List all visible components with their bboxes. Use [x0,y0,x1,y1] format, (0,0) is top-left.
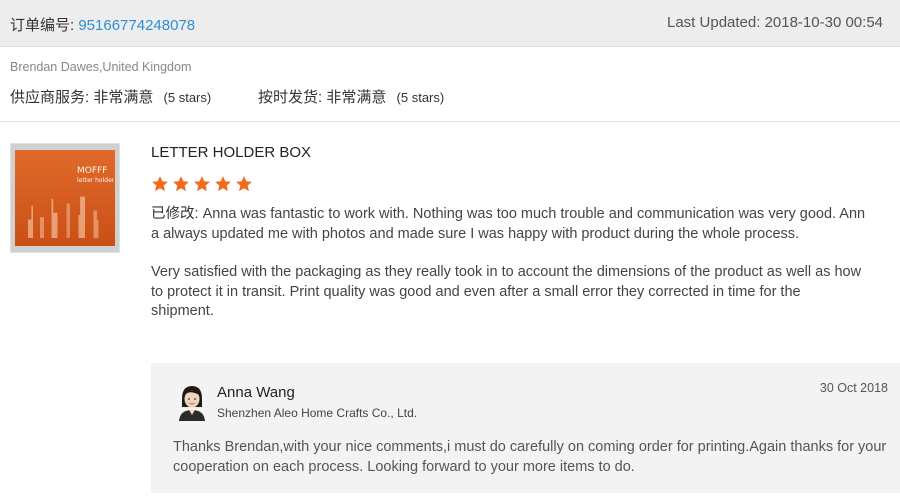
rating-stars-text: (5 stars) [396,90,445,105]
order-header: 订单编号: 95166774248078 Last Updated: 2018-… [0,0,900,47]
avatar [176,383,208,421]
product-box-image: MOFFF letter holder [15,150,115,246]
reply-company-name[interactable]: Shenzhen Aleo Home Crafts Co., Ltd. [217,406,417,420]
review-paragraph-2: Very satisfied with the packaging as the… [151,264,862,319]
modified-tag: 已修改: [151,206,199,222]
product-box-skyline [23,196,107,238]
reply-date: 30 Oct 2018 [819,381,888,395]
rating-stars-text: (5 stars) [163,90,212,105]
rating-value: 非常满意 [93,89,154,106]
last-updated-text: Last Updated: 2018-10-30 00:54 [667,14,883,31]
reply-author-name: Anna Wang [217,384,295,401]
buyer-name-country: Brendan Dawes,United Kingdom [10,60,192,74]
rating-label: 按时发货: [258,89,323,106]
rating-label: 供应商服务: [10,89,90,106]
star-icon [193,175,211,193]
star-icon [172,175,190,193]
product-box-logo: MOFFF letter holder [77,166,115,184]
reply-text: Thanks Brendan,with your nice comments,i… [173,439,887,475]
review-paragraph-1-text: Anna was fantastic to work with. Nothing… [151,206,866,242]
review-paragraph-1: 已修改: Anna was fantastic to work with. No… [151,205,867,244]
rating-value: 非常满意 [326,89,387,106]
product-image[interactable]: MOFFF letter holder [10,143,120,253]
review-text: 已修改: Anna was fantastic to work with. No… [151,205,867,322]
star-icon [235,175,253,193]
on-time-delivery-rating: 按时发货: 非常满意 (5 stars) [258,86,444,107]
section-divider [0,121,900,122]
supplier-service-rating: 供应商服务: 非常满意 (5 stars) [10,86,211,107]
order-number-row: 订单编号: 95166774248078 [10,14,195,35]
star-icon [151,175,169,193]
order-number-link[interactable]: 95166774248078 [78,17,195,34]
seller-reply: Anna Wang Shenzhen Aleo Home Crafts Co.,… [151,363,900,493]
star-icon [214,175,232,193]
product-title[interactable]: LETTER HOLDER BOX [151,144,311,161]
product-star-rating [151,175,256,195]
order-number-label: 订单编号: [10,17,75,34]
